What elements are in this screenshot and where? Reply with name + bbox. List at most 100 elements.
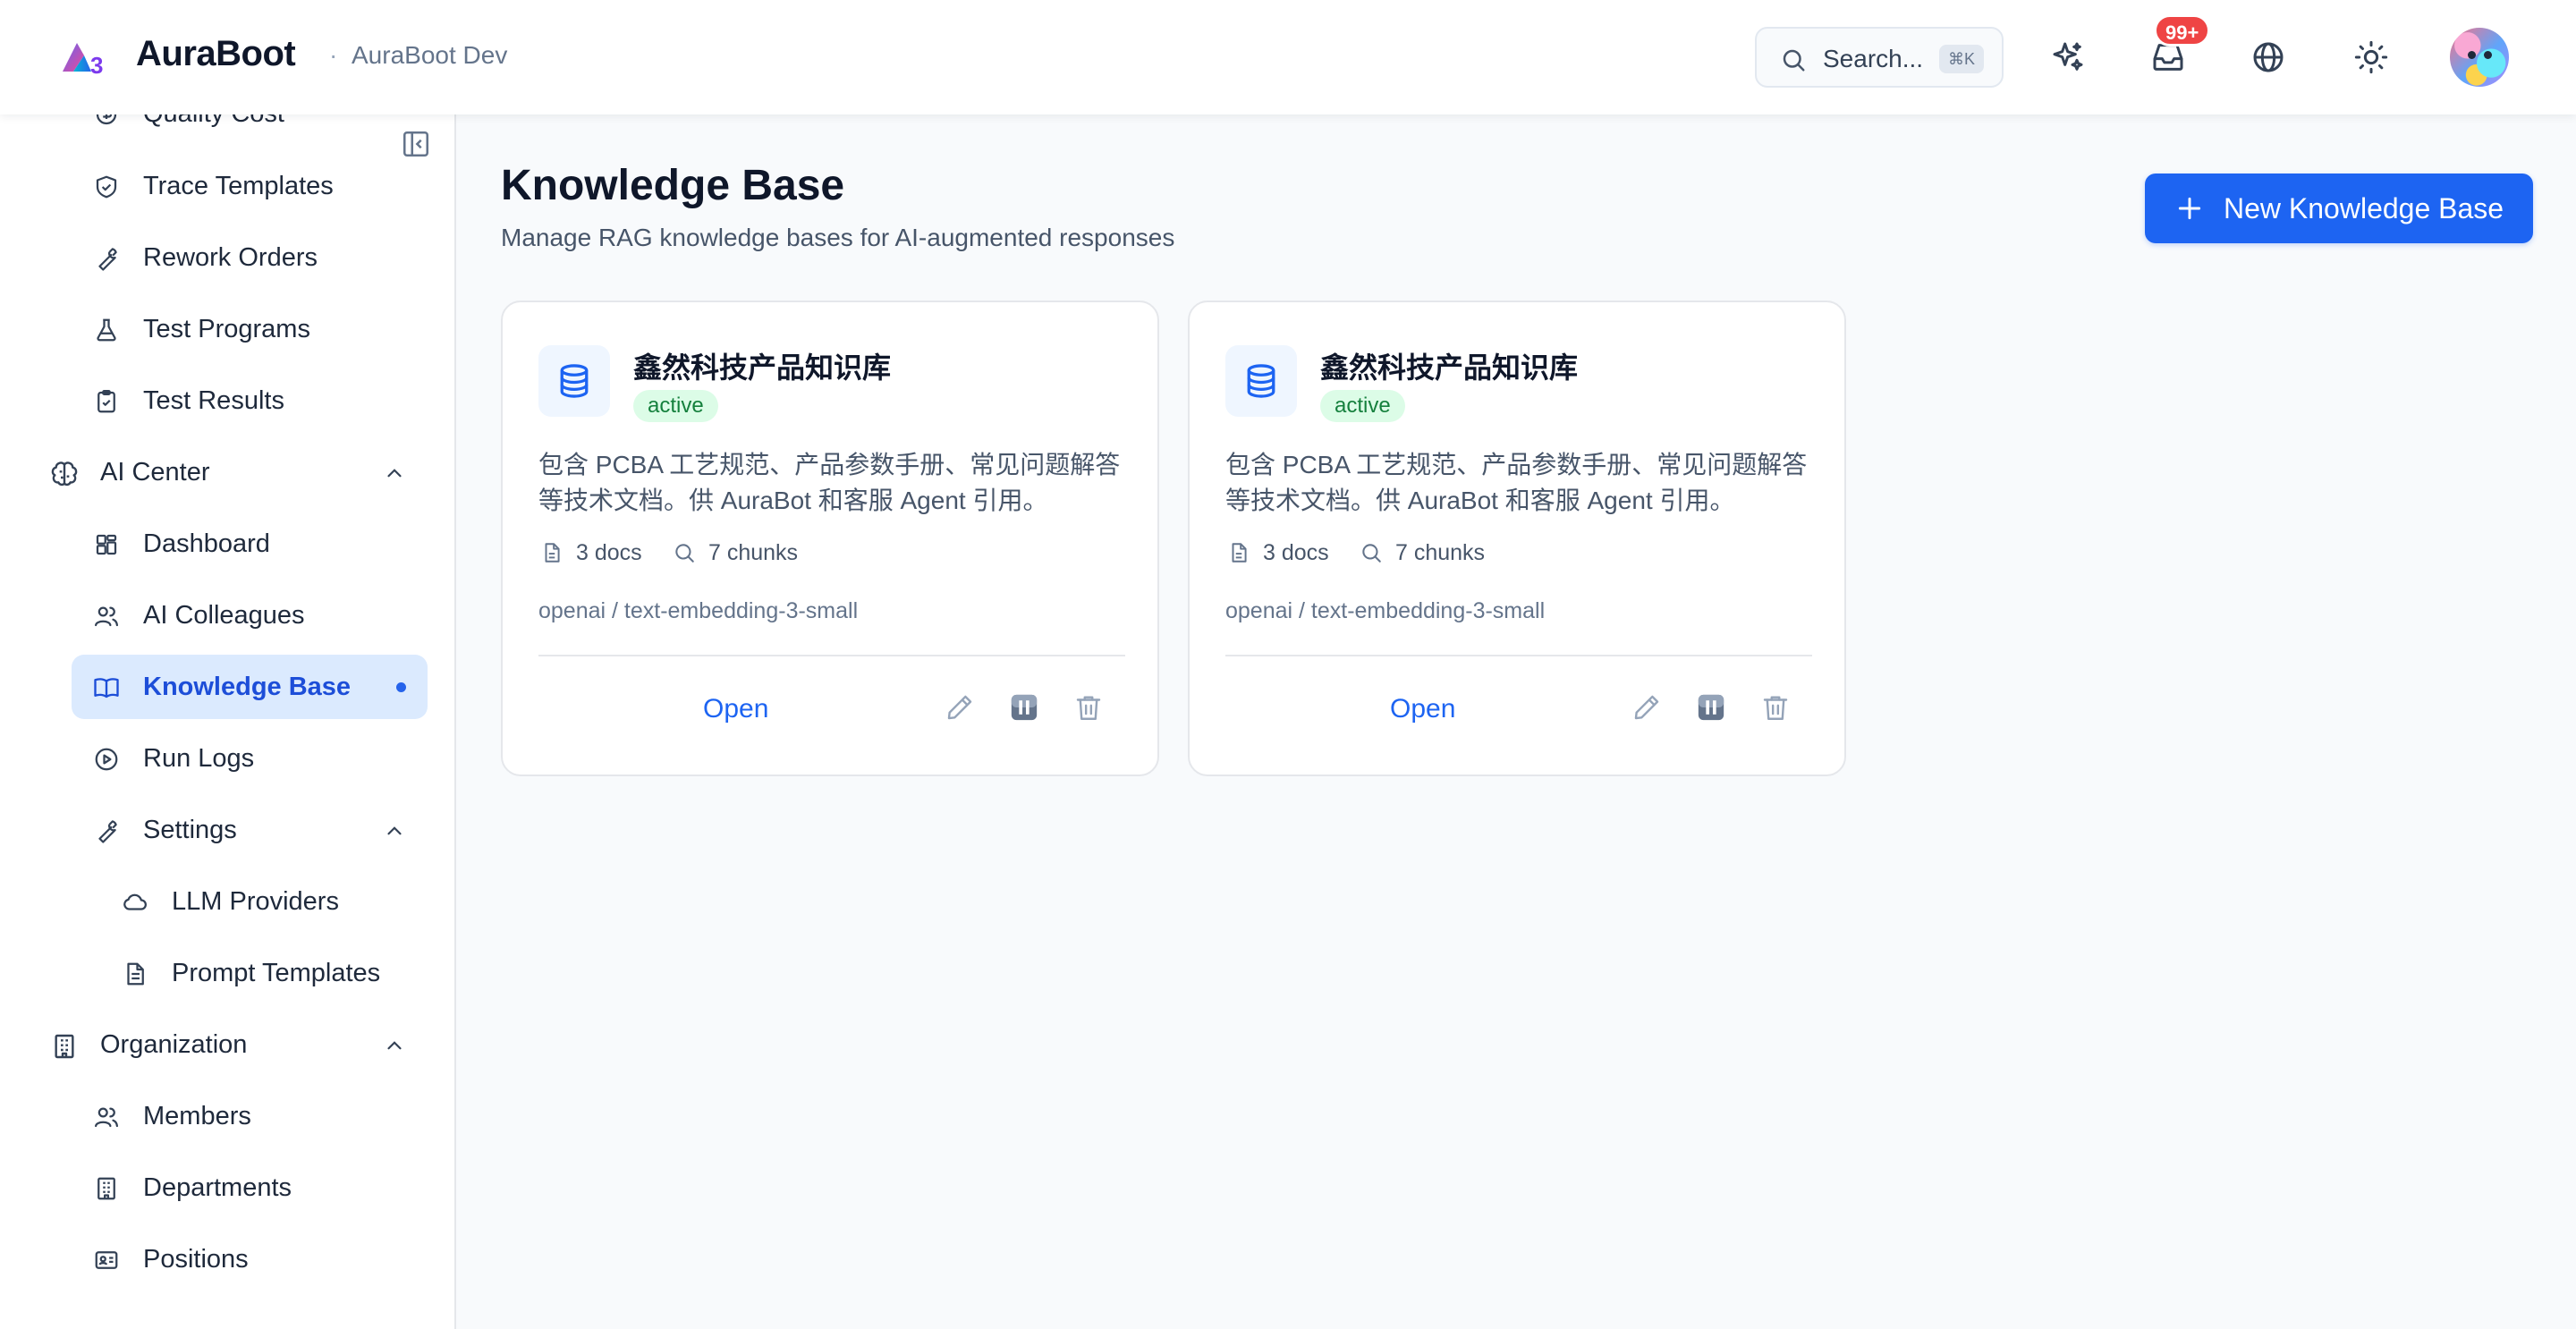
- clipboard-check-icon: [93, 388, 120, 415]
- chunks-count: 7 chunks: [708, 540, 799, 565]
- quality-cost-icon: [93, 114, 120, 128]
- knowledge-base-description: 包含 PCBA 工艺规范、产品参数手册、常见问题解答等技术文档。供 AuraBo…: [538, 451, 1121, 514]
- logo-icon[interactable]: 3: [61, 38, 111, 77]
- id-card-icon: [93, 1247, 120, 1274]
- sidebar-item-label: Positions: [143, 1245, 249, 1274]
- sidebar-item-llm-providers[interactable]: LLM Providers: [100, 869, 428, 934]
- sparkles-icon[interactable]: [2046, 36, 2089, 79]
- sidebar-item-label: Members: [143, 1102, 251, 1130]
- sidebar-item-positions[interactable]: Positions: [72, 1227, 428, 1291]
- chunks-count: 7 chunks: [1395, 540, 1486, 565]
- sidebar-item-label: Rework Orders: [143, 243, 318, 272]
- knowledge-base-card: 鑫然科技产品知识库 active 包含 PCBA 工艺规范、产品参数手册、常见问…: [1188, 301, 1846, 776]
- sidebar-item-run-logs[interactable]: Run Logs: [72, 726, 428, 791]
- sun-icon[interactable]: [2350, 36, 2393, 79]
- status-badge: active: [1320, 390, 1405, 422]
- chevron-up-icon: [383, 1034, 406, 1057]
- docs-count: 3 docs: [1263, 540, 1329, 565]
- chevron-up-icon: [383, 819, 406, 842]
- divider: [538, 655, 1125, 656]
- sidebar: Quality Cost Trace Templates Rework Orde…: [0, 114, 456, 1329]
- database-icon: [538, 345, 610, 417]
- sidebar-item-label: Knowledge Base: [143, 673, 352, 701]
- search-icon: [1360, 541, 1383, 564]
- file-icon: [1227, 541, 1250, 564]
- building-icon: [50, 1032, 79, 1061]
- sidebar-item-label: Quality Cost: [143, 114, 284, 129]
- sidebar-item-dashboard[interactable]: Dashboard: [72, 512, 428, 576]
- sidebar-item-label: Trace Templates: [143, 172, 334, 200]
- search-icon: [673, 541, 696, 564]
- divider: [1225, 655, 1812, 656]
- sidebar-item-test-programs[interactable]: Test Programs: [72, 297, 428, 361]
- sidebar-item-trace-templates[interactable]: Trace Templates: [72, 154, 428, 218]
- database-icon: [1225, 345, 1297, 417]
- flask-icon: [93, 317, 120, 343]
- sidebar-item-label: Dashboard: [143, 529, 270, 558]
- page-title: Knowledge Base: [501, 162, 845, 209]
- sidebar-group-ai-center[interactable]: AI Center: [29, 440, 428, 504]
- sidebar-item-members[interactable]: Members: [72, 1084, 428, 1148]
- sidebar-item-prompt-templates[interactable]: Prompt Templates: [100, 941, 428, 1005]
- sidebar-item-departments[interactable]: Departments: [72, 1155, 428, 1220]
- sidebar-item-label: Prompt Templates: [172, 959, 381, 987]
- new-knowledge-base-label: New Knowledge Base: [2224, 192, 2504, 224]
- sidebar-group-settings[interactable]: Settings: [72, 798, 428, 862]
- pause-icon[interactable]: [1696, 692, 1732, 728]
- knowledge-base-name: 鑫然科技产品知识库: [1320, 351, 1579, 384]
- globe-icon[interactable]: [2247, 36, 2290, 79]
- pencil-icon[interactable]: [945, 692, 980, 728]
- sidebar-item-label: AI Colleagues: [143, 601, 305, 630]
- brand-separator: ·: [329, 41, 338, 69]
- trash-icon[interactable]: [1073, 692, 1109, 728]
- sidebar-item-test-results[interactable]: Test Results: [72, 368, 428, 433]
- sidebar-group-label: AI Center: [100, 458, 210, 487]
- wrench-icon: [93, 245, 120, 272]
- search-placeholder: Search...: [1823, 45, 1924, 72]
- embedding-model: openai / text-embedding-3-small: [538, 598, 859, 623]
- svg-text:3: 3: [90, 52, 103, 77]
- cloud-icon: [122, 889, 148, 916]
- sidebar-item-label: Test Results: [143, 386, 284, 415]
- pause-icon[interactable]: [1009, 692, 1045, 728]
- embedding-model: openai / text-embedding-3-small: [1225, 598, 1546, 623]
- open-button[interactable]: Open: [1390, 694, 1455, 724]
- file-icon: [540, 541, 564, 564]
- sidebar-group-label: Organization: [100, 1030, 248, 1059]
- building-icon: [93, 1175, 120, 1202]
- file-text-icon: [122, 961, 148, 987]
- search-shortcut: ⌘K: [1939, 45, 1984, 73]
- open-button[interactable]: Open: [703, 694, 768, 724]
- search-input[interactable]: Search... ⌘K: [1755, 27, 2004, 88]
- new-knowledge-base-button[interactable]: New Knowledge Base: [2145, 174, 2533, 243]
- play-circle-icon: [93, 746, 120, 773]
- notification-badge: 99+: [2154, 14, 2211, 47]
- brand-name: AuraBoot: [136, 34, 296, 73]
- sidebar-item-label: Departments: [143, 1173, 292, 1202]
- sidebar-item-label: LLM Providers: [172, 887, 339, 916]
- docs-count: 3 docs: [576, 540, 642, 565]
- shield-icon: [93, 174, 120, 200]
- sidebar-group-label: Settings: [143, 816, 237, 844]
- sidebar-item-ai-colleagues[interactable]: AI Colleagues: [72, 583, 428, 648]
- brain-icon: [50, 460, 79, 488]
- sidebar-item-rework-orders[interactable]: Rework Orders: [72, 225, 428, 290]
- users-icon: [93, 603, 120, 630]
- sidebar-group-organization[interactable]: Organization: [29, 1012, 428, 1077]
- chevron-up-icon: [383, 461, 406, 485]
- avatar[interactable]: [2450, 28, 2509, 87]
- sidebar-item-label: Test Programs: [143, 315, 310, 343]
- trash-icon[interactable]: [1760, 692, 1796, 728]
- search-icon: [1780, 47, 1807, 73]
- pencil-icon[interactable]: [1631, 692, 1667, 728]
- book-open-icon: [93, 674, 120, 701]
- status-badge: active: [633, 390, 718, 422]
- knowledge-base-name: 鑫然科技产品知识库: [633, 351, 892, 384]
- users-icon: [93, 1104, 120, 1130]
- active-indicator: [396, 682, 406, 692]
- knowledge-base-card: 鑫然科技产品知识库 active 包含 PCBA 工艺规范、产品参数手册、常见问…: [501, 301, 1159, 776]
- sidebar-item-knowledge-base[interactable]: Knowledge Base: [72, 655, 428, 719]
- dashboard-icon: [93, 531, 120, 558]
- top-header: 3 AuraBoot · AuraBoot Dev Search... ⌘K 9…: [0, 0, 2576, 114]
- sidebar-item-quality-cost[interactable]: Quality Cost: [72, 114, 428, 146]
